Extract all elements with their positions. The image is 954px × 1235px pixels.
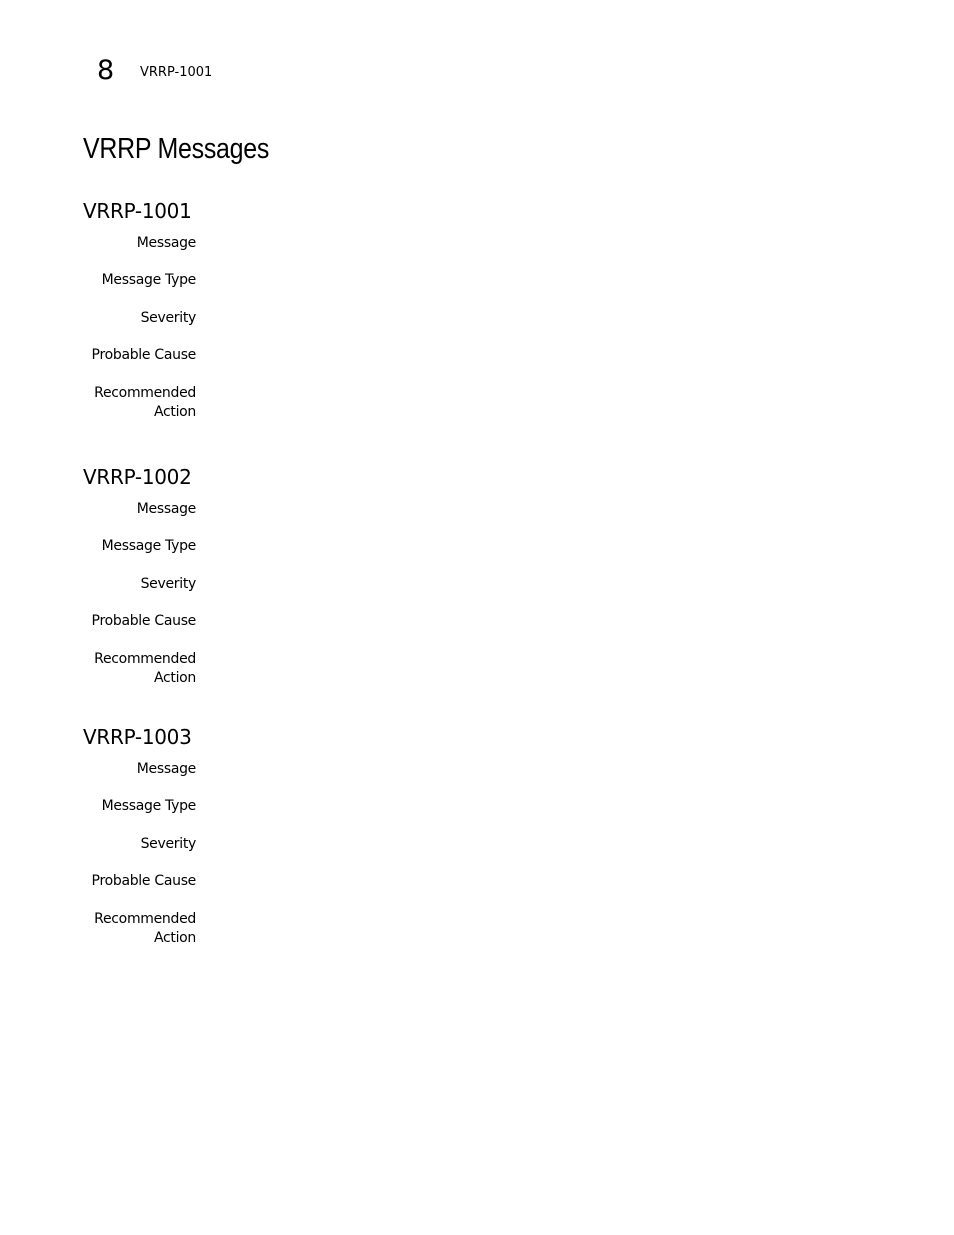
message-section: VRRP-1002 Message Message Type Severity … [83,464,883,690]
field-row-severity: Severity [83,575,883,612]
field-row-message-type: Message Type [83,271,883,308]
field-label: Probable Cause [91,613,197,630]
field-label-line: Action [153,403,196,420]
field-row-message: Message [83,500,883,537]
field-label-line: Action [153,669,196,686]
field-label: Message [136,761,197,777]
field-label: Probable Cause [91,873,197,890]
section-title: VRRP-1002 [83,465,192,489]
field-row-severity: Severity [83,309,883,346]
running-title: VRRP-1001 [140,65,213,80]
field-label: Severity [140,835,197,852]
field-label-line: Action [153,929,196,946]
field-row-recommended-action: Recommended Action [83,910,883,950]
message-section: VRRP-1001 Message Message Type Severity … [83,198,883,424]
field-label-line: Recommended [94,384,196,401]
section-title: VRRP-1003 [83,725,192,749]
field-row-probable-cause: Probable Cause [83,346,883,383]
field-label: Severity [140,309,197,326]
field-list: Message Message Type Severity Probable C… [83,500,883,690]
field-list: Message Message Type Severity Probable C… [83,234,883,424]
field-row-message: Message [83,234,883,271]
page-title: VRRP Messages [83,133,270,165]
field-row-probable-cause: Probable Cause [83,612,883,649]
chapter-number: 8 [97,55,115,86]
field-label: Probable Cause [91,347,197,364]
field-label-line: Recommended [94,910,196,927]
field-list: Message Message Type Severity Probable C… [83,760,883,950]
field-row-message-type: Message Type [83,537,883,574]
field-label: Recommended Action [76,650,196,688]
field-label: Message Type [101,538,197,555]
field-row-recommended-action: Recommended Action [83,384,883,424]
field-row-message: Message [83,760,883,797]
field-label-line: Recommended [94,650,196,667]
field-row-severity: Severity [83,835,883,872]
field-row-recommended-action: Recommended Action [83,650,883,690]
message-section: VRRP-1003 Message Message Type Severity … [83,724,883,950]
field-row-probable-cause: Probable Cause [83,872,883,909]
field-label: Message [136,235,197,251]
field-label: Severity [140,575,197,592]
field-row-message-type: Message Type [83,797,883,834]
field-label: Message [136,501,197,517]
field-label: Recommended Action [76,384,196,422]
field-label: Message Type [101,798,197,815]
field-label: Message Type [101,272,197,289]
section-title: VRRP-1001 [83,199,192,223]
field-label: Recommended Action [76,910,196,948]
